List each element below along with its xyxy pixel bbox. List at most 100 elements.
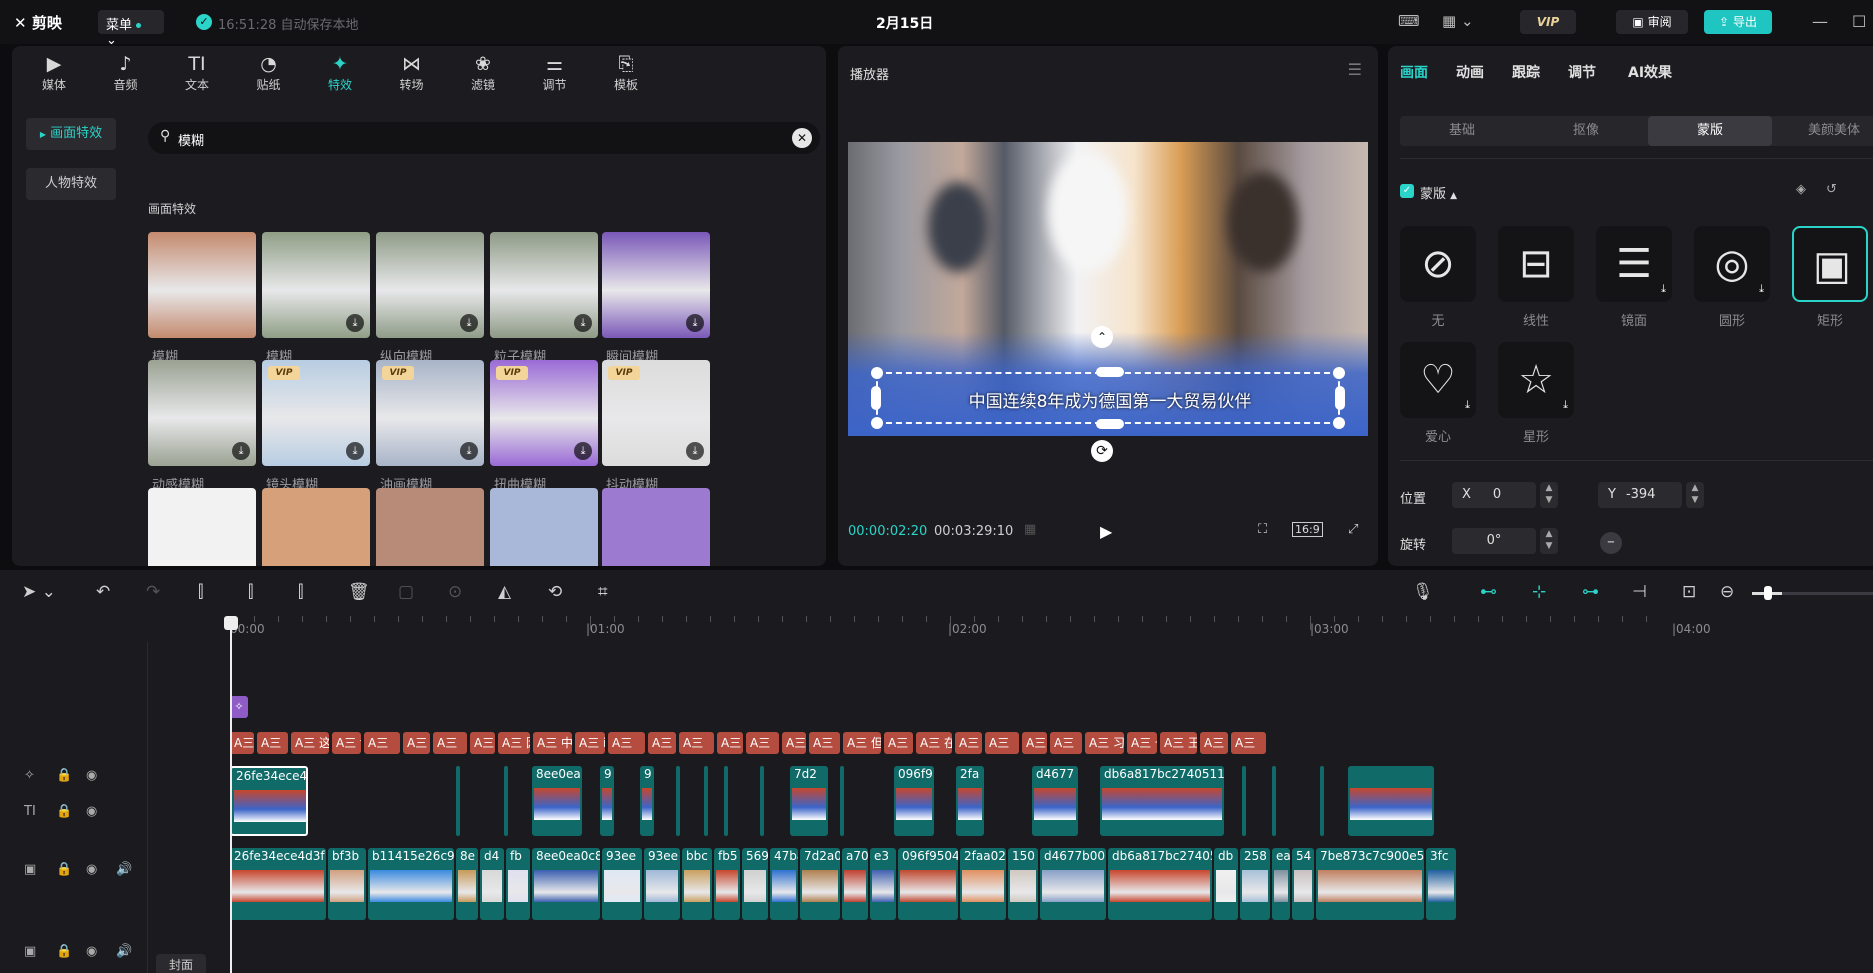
clear-search-icon[interactable]: ✕: [792, 128, 812, 148]
text-clip[interactable]: A三: [433, 732, 467, 754]
lower-video-clip[interactable]: 569: [742, 848, 768, 920]
category-person-effects[interactable]: 人物特效: [26, 168, 116, 200]
text-clip[interactable]: A三 将: [470, 732, 495, 754]
linkage-icon[interactable]: ⊶: [1582, 582, 1599, 602]
lower-video-clip[interactable]: bf3b: [328, 848, 366, 920]
download-icon[interactable]: ⤓: [574, 314, 592, 332]
effect-card[interactable]: [148, 488, 256, 566]
text-clip[interactable]: A三 总: [1022, 732, 1047, 754]
maximize-icon[interactable]: ☐: [1852, 12, 1866, 31]
lower-video-clip[interactable]: db: [1214, 848, 1238, 920]
text-clip[interactable]: A三: [1050, 732, 1082, 754]
menu-button[interactable]: 菜单 ⌄: [98, 10, 164, 48]
text-clip[interactable]: A三 这: [291, 732, 329, 754]
vip-button[interactable]: VIP: [1520, 10, 1576, 34]
lower-video-clip[interactable]: fb5: [714, 848, 740, 920]
eye-icon[interactable]: ◉: [86, 944, 97, 959]
text-clip[interactable]: A三 王: [1160, 732, 1197, 754]
resize-handle[interactable]: [871, 417, 883, 429]
mask-heart-mask[interactable]: ♡ ⤓: [1400, 342, 1476, 418]
lower-video-clip[interactable]: 7be873c7c900e5: [1316, 848, 1424, 920]
cover-button[interactable]: 封面: [156, 954, 206, 973]
download-icon[interactable]: ⤓: [686, 314, 704, 332]
lower-video-clip[interactable]: a70: [842, 848, 868, 920]
reverse-icon[interactable]: ⊙: [448, 582, 462, 602]
layout-icon[interactable]: ▦ ⌄: [1442, 12, 1474, 30]
download-icon[interactable]: ⤓: [1465, 398, 1470, 412]
subtab-1[interactable]: 抠像: [1524, 116, 1648, 146]
text-clip[interactable]: A三 执: [717, 732, 743, 754]
lower-video-clip[interactable]: 8ee0ea0c8: [532, 848, 600, 920]
tool-tab-transition[interactable]: ⋈ 转场: [378, 52, 446, 100]
effect-card[interactable]: [148, 232, 256, 338]
fit-screen-icon[interactable]: ⛶: [1258, 522, 1267, 537]
main-video-clip[interactable]: [504, 766, 508, 836]
delete-icon[interactable]: 🗑: [348, 582, 370, 602]
text-clip[interactable]: A三 i: [575, 732, 605, 754]
effect-card[interactable]: ⤓: [148, 360, 256, 466]
minimize-icon[interactable]: —: [1812, 12, 1828, 31]
crop-icon[interactable]: ⌗: [598, 582, 608, 602]
rotate-dial-icon[interactable]: −: [1600, 532, 1622, 554]
tool-tab-audio[interactable]: ♪ 音频: [92, 52, 160, 100]
lower-video-clip[interactable]: 258: [1240, 848, 1270, 920]
main-video-clip[interactable]: 7be873c7c90: [1320, 766, 1324, 836]
lower-video-clip[interactable]: 096f9504: [898, 848, 958, 920]
subtitle-box[interactable]: 中国连续8年成为德国第一大贸易伙伴: [871, 367, 1345, 429]
download-icon[interactable]: ⤓: [574, 442, 592, 460]
resize-handle[interactable]: [871, 386, 881, 410]
export-button[interactable]: ⇪ 导出: [1704, 10, 1772, 34]
y-stepper[interactable]: ▲ ▼: [1686, 482, 1704, 508]
lock-icon[interactable]: 🔒: [56, 862, 72, 877]
text-clip[interactable]: A三: [403, 732, 430, 754]
download-icon[interactable]: ⤓: [346, 442, 364, 460]
aspect-ratio-button[interactable]: 16:9: [1292, 522, 1323, 537]
lower-video-clip[interactable]: 93ee: [602, 848, 642, 920]
text-clip[interactable]: A三: [608, 732, 645, 754]
lock-icon[interactable]: 🔒: [56, 768, 72, 783]
split-right-icon[interactable]: ⫿: [298, 582, 303, 602]
main-video-clip[interactable]: d4677: [1032, 766, 1078, 836]
effect-card[interactable]: VIP ⤓: [602, 360, 710, 466]
mask-mirror-mask[interactable]: ☰ ⤓: [1596, 226, 1672, 302]
x-stepper[interactable]: ▲ ▼: [1540, 482, 1558, 508]
volume-icon[interactable]: 🔊: [116, 862, 132, 877]
timeline-ruler[interactable]: 00:00 |01:00 |02:00 |03:00 |04:00: [230, 616, 1873, 642]
playhead-handle[interactable]: [224, 616, 238, 630]
download-icon[interactable]: ⤓: [1661, 282, 1666, 296]
lower-video-clip[interactable]: 2faa02: [960, 848, 1006, 920]
text-clip[interactable]: A三 但: [843, 732, 881, 754]
collapse-icon[interactable]: ▲: [1450, 191, 1457, 201]
tool-tab-text[interactable]: TI 文本: [163, 52, 231, 100]
resize-handle[interactable]: [871, 367, 883, 379]
tab-1[interactable]: 动画: [1456, 62, 1484, 82]
undo-icon[interactable]: ↶: [96, 582, 110, 602]
zoom-slider-handle[interactable]: [1764, 586, 1772, 600]
main-video-clip[interactable]: 096f9: [894, 766, 934, 836]
main-video-clip[interactable]: [1272, 766, 1276, 836]
main-video-clip[interactable]: [1348, 766, 1434, 836]
lower-video-clip[interactable]: 54: [1292, 848, 1314, 920]
mask-checkbox[interactable]: ✓: [1400, 184, 1414, 198]
text-clip[interactable]: A三 t: [332, 732, 361, 754]
lower-video-clip[interactable]: b11415e26c9: [368, 848, 454, 920]
main-video-clip[interactable]: [456, 766, 460, 836]
lower-video-clip[interactable]: d4: [480, 848, 504, 920]
main-video-clip[interactable]: [1242, 766, 1246, 836]
text-clip[interactable]: A三 中: [230, 732, 254, 754]
lower-video-clip[interactable]: 47ba: [770, 848, 798, 920]
download-icon[interactable]: ⤓: [1563, 398, 1568, 412]
eye-icon[interactable]: ◉: [86, 768, 97, 783]
main-video-clip[interactable]: [676, 766, 680, 836]
split-left-icon[interactable]: ⫿: [248, 582, 253, 602]
main-track-magnet-icon[interactable]: ⊷: [1480, 582, 1497, 602]
subtab-3[interactable]: 美颜美体: [1772, 116, 1873, 146]
lower-video-clip[interactable]: bbc: [682, 848, 712, 920]
tool-tab-effects[interactable]: ✦ 特效: [306, 52, 374, 100]
main-video-clip[interactable]: 26fe34ece4: [230, 766, 308, 836]
rotate-field[interactable]: 0°: [1452, 528, 1536, 554]
lower-video-clip[interactable]: 8e: [456, 848, 478, 920]
text-clip[interactable]: A三 然: [782, 732, 806, 754]
effect-card[interactable]: ⤓: [262, 232, 370, 338]
main-video-clip[interactable]: [760, 766, 764, 836]
